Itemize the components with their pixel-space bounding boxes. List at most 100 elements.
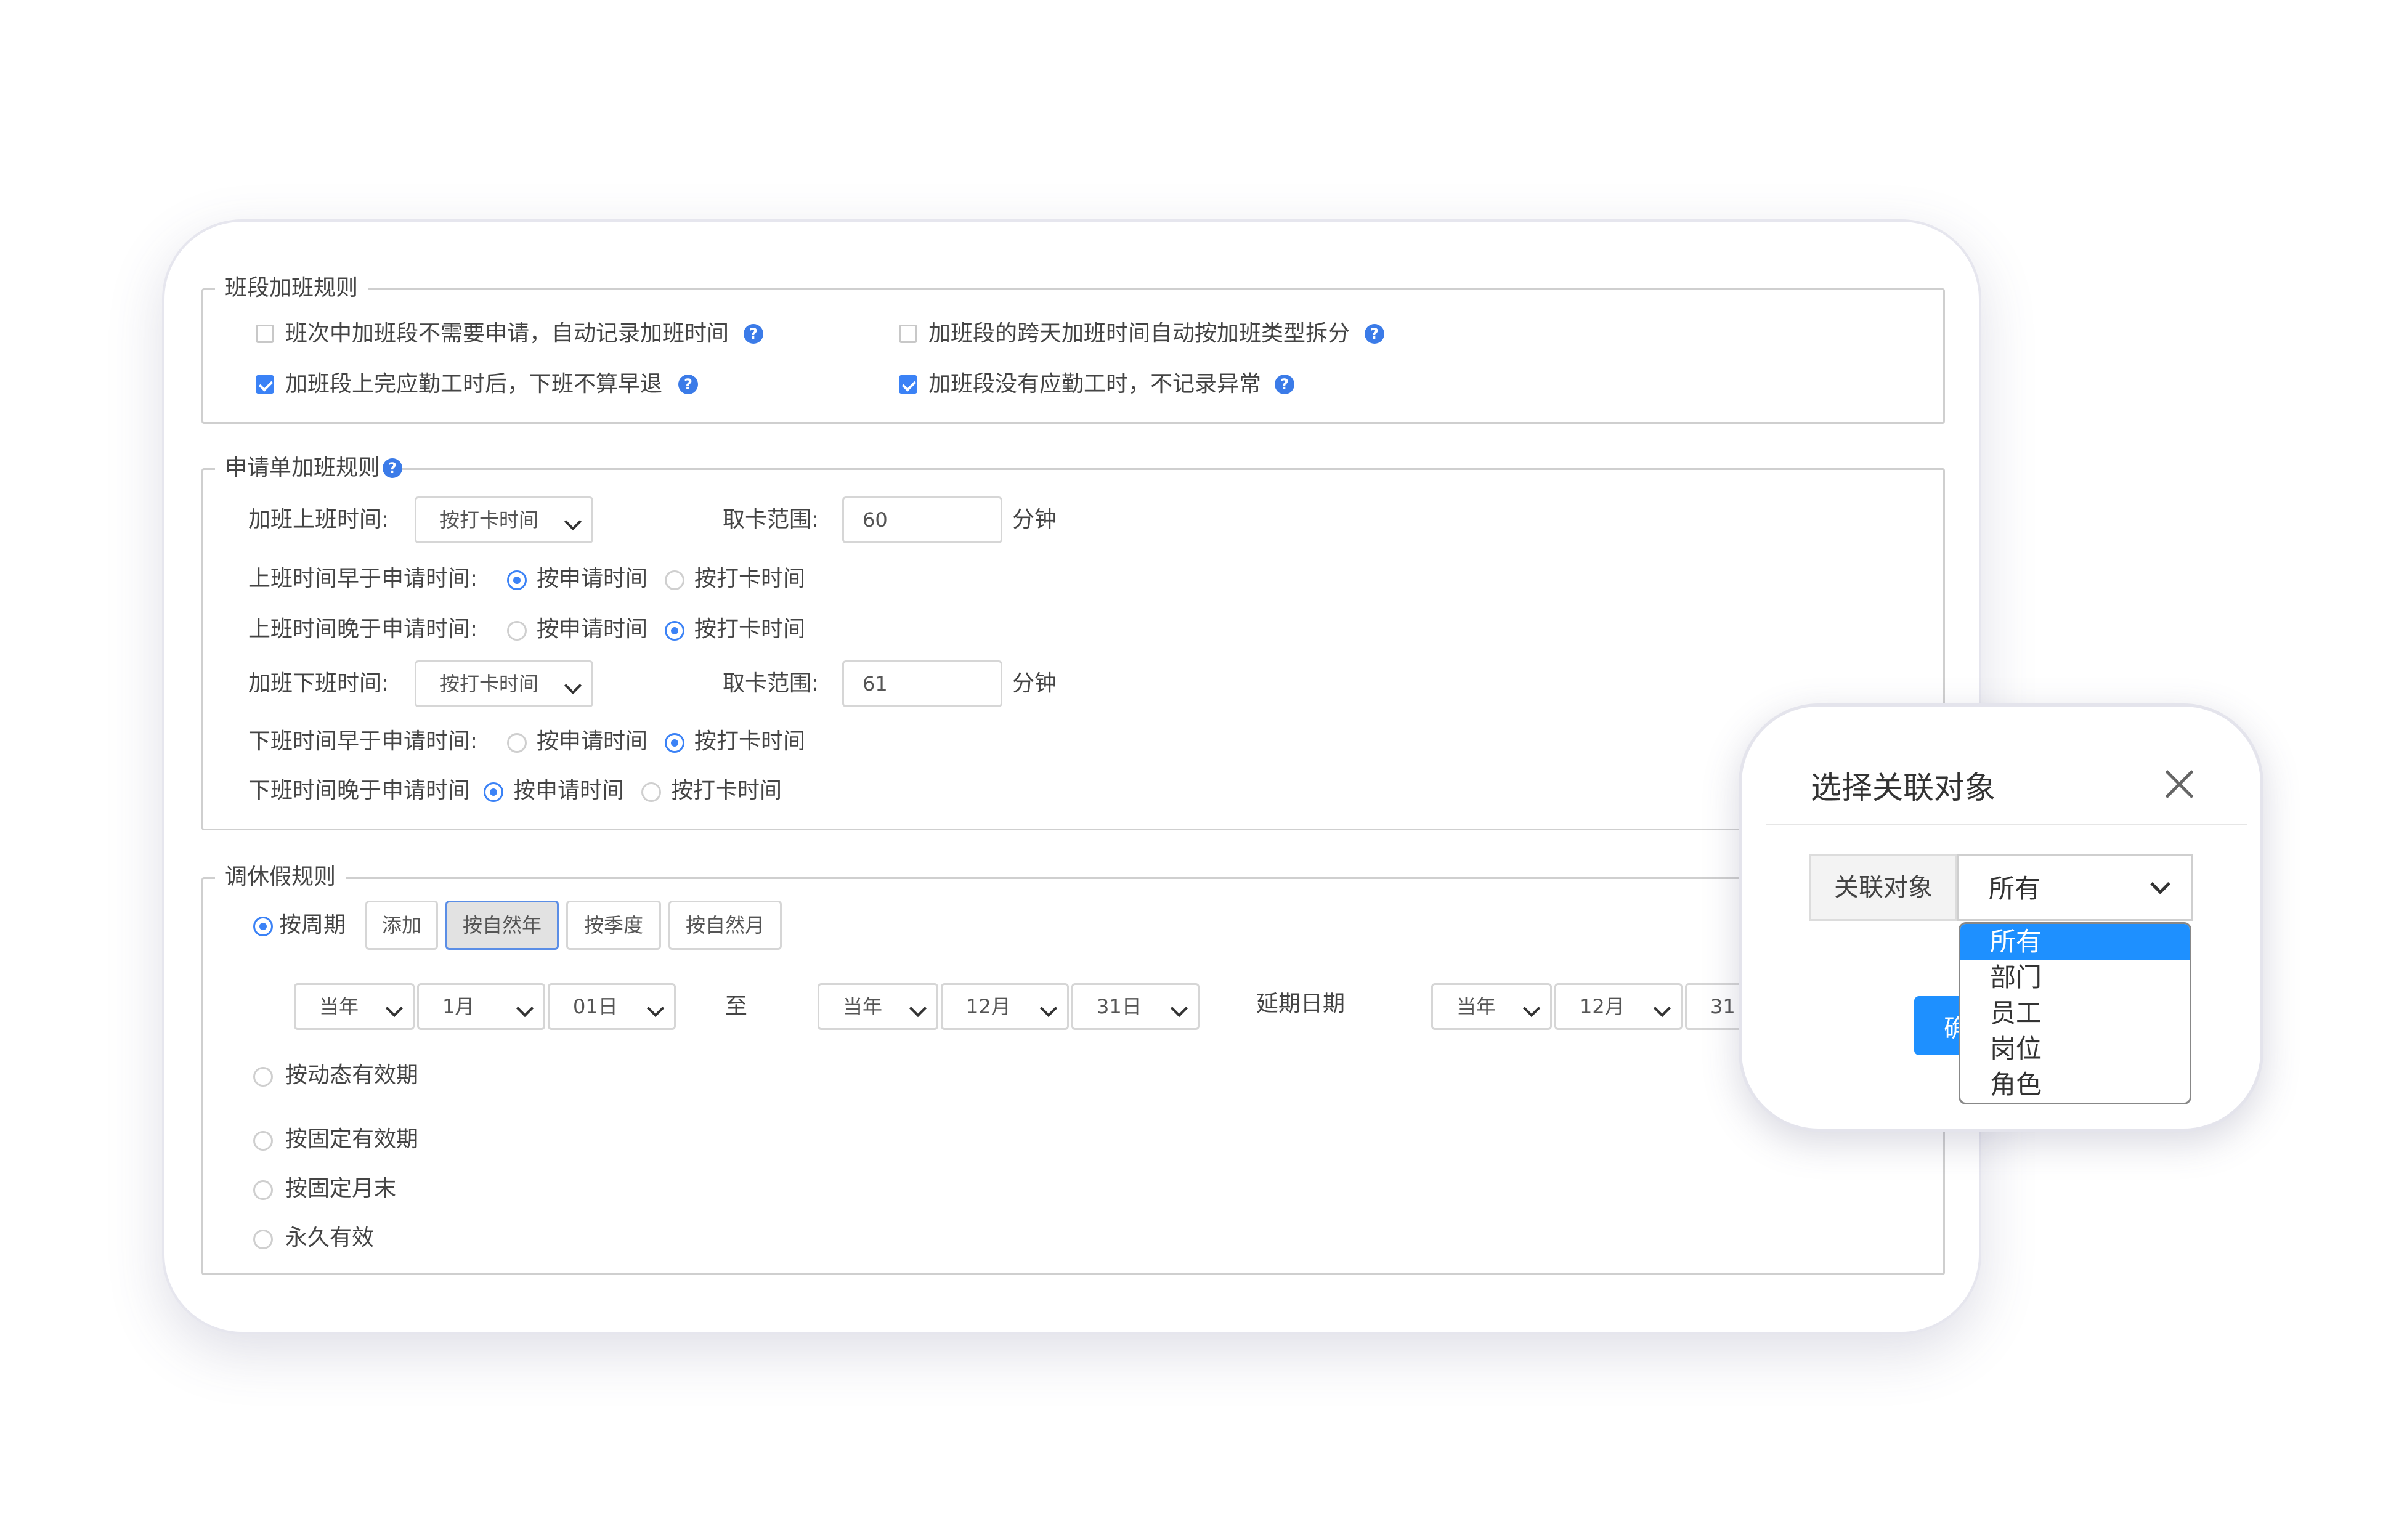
chevron-down-icon <box>1522 999 1541 1018</box>
range-input-1[interactable]: 60 <box>842 496 1002 543</box>
late-in-label: 上班时间晚于申请时间: <box>248 617 478 642</box>
related-object-select[interactable]: 所有 <box>1957 854 2193 921</box>
unit-label-2: 分钟 <box>1012 671 1057 696</box>
option-position[interactable]: 岗位 <box>1960 1031 2190 1067</box>
no-exception-checkbox[interactable] <box>899 375 917 394</box>
permanent-label: 永久有效 <box>285 1225 375 1250</box>
to-month-select[interactable]: 12月 <box>941 983 1069 1030</box>
overtime-shift-legend: 班段加班规则 <box>215 275 368 302</box>
from-month-select[interactable]: 1月 <box>417 983 545 1030</box>
settings-card: 班段加班规则 班次中加班段不需要申请，自动记录加班时间 ? 加班段的跨天加班时间… <box>162 219 1981 1334</box>
chevron-down-icon <box>1653 999 1671 1018</box>
range-input-2[interactable]: 61 <box>842 660 1002 707</box>
related-object-label: 关联对象 <box>1809 854 1957 921</box>
cross-day-split-label: 加班段的跨天加班时间自动按加班类型拆分 <box>928 321 1350 346</box>
overtime-shift-rules <box>201 288 1945 424</box>
late-out-punch-radio[interactable] <box>641 782 661 802</box>
help-icon[interactable]: ? <box>678 375 698 394</box>
start-time-select[interactable]: 按打卡时间 <box>415 496 593 543</box>
early-out-apply-label: 按申请时间 <box>537 729 648 754</box>
unit-label-1: 分钟 <box>1012 507 1057 532</box>
extend-month-select[interactable]: 12月 <box>1554 983 1683 1030</box>
natural-year-button[interactable]: 按自然年 <box>445 901 559 950</box>
chevron-down-icon <box>2150 874 2170 894</box>
late-in-apply-label: 按申请时间 <box>537 617 648 642</box>
early-out-apply-radio[interactable] <box>507 733 527 753</box>
early-out-punch-label: 按打卡时间 <box>694 729 806 754</box>
to-label: 至 <box>725 994 748 1019</box>
early-in-punch-label: 按打卡时间 <box>694 566 806 591</box>
permanent-radio[interactable] <box>253 1230 273 1249</box>
option-employee[interactable]: 员工 <box>1960 995 2190 1031</box>
cross-day-split-checkbox[interactable] <box>899 325 917 343</box>
chevron-down-icon <box>516 999 534 1018</box>
start-time-label: 加班上班时间: <box>248 507 389 532</box>
start-time-select-value: 按打卡时间 <box>440 508 539 532</box>
to-month-value: 12月 <box>966 995 1011 1018</box>
application-overtime-legend: 申请单加班规则 <box>215 455 391 482</box>
early-out-label: 下班时间早于申请时间: <box>248 729 478 754</box>
early-in-label: 上班时间早于申请时间: <box>248 566 478 591</box>
no-early-leave-checkbox[interactable] <box>256 375 274 394</box>
range-input-1-value: 60 <box>863 508 888 532</box>
period-radio[interactable] <box>253 917 273 936</box>
dialog-title: 选择关联对象 <box>1811 770 1995 806</box>
end-time-select[interactable]: 按打卡时间 <box>415 660 593 707</box>
from-year-select[interactable]: 当年 <box>294 983 415 1030</box>
from-month-value: 1月 <box>442 995 475 1018</box>
extend-year-select[interactable]: 当年 <box>1431 983 1552 1030</box>
late-out-apply-radio[interactable] <box>484 782 503 802</box>
chevron-down-icon <box>564 676 582 695</box>
fixed-validity-radio[interactable] <box>253 1131 273 1151</box>
late-in-punch-radio[interactable] <box>665 621 684 641</box>
select-related-object-dialog: 选择关联对象 关联对象 所有 确 所有 部门 员工 岗位 角色 <box>1739 703 2263 1132</box>
early-in-punch-radio[interactable] <box>665 570 684 590</box>
fixed-validity-label: 按固定有效期 <box>285 1127 419 1152</box>
chevron-down-icon <box>385 999 404 1018</box>
early-in-apply-label: 按申请时间 <box>537 566 648 591</box>
auto-record-label: 班次中加班段不需要申请，自动记录加班时间 <box>285 321 729 346</box>
option-all[interactable]: 所有 <box>1960 924 2190 960</box>
extend-year-value: 当年 <box>1456 995 1496 1018</box>
range-label-2: 取卡范围: <box>723 671 819 696</box>
quarter-button[interactable]: 按季度 <box>566 901 661 950</box>
chevron-down-icon <box>564 513 582 531</box>
help-icon[interactable]: ? <box>1365 324 1384 344</box>
confirm-button[interactable]: 确 <box>1914 996 1968 1055</box>
dialog-divider <box>1766 824 2247 825</box>
early-in-apply-radio[interactable] <box>507 570 527 590</box>
fixed-month-end-label: 按固定月末 <box>285 1176 397 1201</box>
late-out-punch-label: 按打卡时间 <box>671 778 782 803</box>
help-icon[interactable]: ? <box>383 458 402 478</box>
leave-rules-legend: 调休假规则 <box>215 864 346 891</box>
early-out-punch-radio[interactable] <box>665 733 684 753</box>
chevron-down-icon <box>1170 999 1188 1018</box>
help-icon[interactable]: ? <box>744 324 763 344</box>
end-time-select-value: 按打卡时间 <box>440 672 539 695</box>
extend-label: 延期日期 <box>1256 991 1346 1016</box>
help-icon[interactable]: ? <box>1275 375 1294 394</box>
range-input-2-value: 61 <box>863 672 888 695</box>
from-day-value: 01日 <box>573 995 618 1018</box>
late-out-label: 下班时间晚于申请时间 <box>248 778 471 803</box>
option-role[interactable]: 角色 <box>1960 1067 2190 1103</box>
late-in-apply-radio[interactable] <box>507 621 527 641</box>
to-year-select[interactable]: 当年 <box>818 983 938 1030</box>
fixed-month-end-radio[interactable] <box>253 1180 273 1200</box>
dynamic-validity-radio[interactable] <box>253 1067 273 1087</box>
from-day-select[interactable]: 01日 <box>548 983 676 1030</box>
option-department[interactable]: 部门 <box>1960 960 2190 995</box>
to-day-select[interactable]: 31日 <box>1071 983 1200 1030</box>
extend-month-value: 12月 <box>1580 995 1625 1018</box>
add-button[interactable]: 添加 <box>365 901 438 950</box>
period-label: 按周期 <box>279 912 346 938</box>
auto-record-checkbox[interactable] <box>256 325 274 343</box>
end-time-label: 加班下班时间: <box>248 671 389 696</box>
no-exception-label: 加班段没有应勤工时，不记录异常 <box>928 371 1262 397</box>
no-early-leave-label: 加班段上完应勤工时后，下班不算早退 <box>285 371 663 397</box>
related-object-options: 所有 部门 员工 岗位 角色 <box>1959 922 2191 1104</box>
close-icon[interactable] <box>2161 766 2198 803</box>
from-year-value: 当年 <box>319 995 359 1018</box>
to-day-value: 31日 <box>1097 995 1142 1018</box>
natural-month-button[interactable]: 按自然月 <box>668 901 782 950</box>
